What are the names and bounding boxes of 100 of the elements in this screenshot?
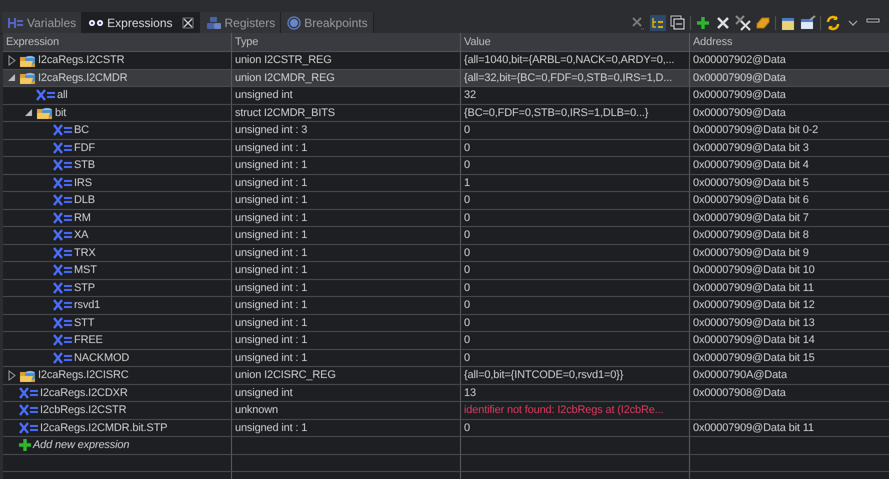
- type-cell: unsigned int : 1: [235, 159, 308, 172]
- view-tab[interactable]: Expressions: [82, 12, 200, 33]
- column-header[interactable]: Type: [232, 33, 461, 51]
- x-equals-icon: [53, 194, 73, 206]
- value-cell: 0: [464, 282, 470, 294]
- address-cell: 0x00007909@Data bit 4: [693, 159, 809, 172]
- address-cell: 0x00007909@Data bit 8: [693, 229, 809, 242]
- address-cell: 0x00007909@Data bit 10: [693, 264, 815, 276]
- refresh-icon[interactable]: [825, 14, 841, 30]
- expression-name[interactable]: I2caRegs.I2CSTR: [38, 54, 124, 66]
- expression-name[interactable]: I2caRegs.I2CISRC: [38, 369, 129, 382]
- expression-name[interactable]: XA: [74, 229, 88, 242]
- value-cell: {all=0,bit={INTCODE=0,rsvd1=0}}: [464, 369, 624, 382]
- value-cell: 32: [464, 89, 476, 102]
- add-icon: [18, 438, 32, 452]
- value-cell: 0: [464, 124, 470, 136]
- x-equals-icon: [19, 386, 39, 399]
- close-icon[interactable]: [182, 16, 194, 28]
- column-header[interactable]: Expression: [3, 33, 232, 51]
- value-cell: {all=32,bit={BC=0,FDF=0,STB=0,IRS=1,D...: [464, 72, 672, 84]
- address-cell: 0x00007909@Data: [693, 89, 786, 102]
- address-cell: 0x0000790A@Data: [693, 369, 787, 382]
- x-equals-icon: [19, 404, 39, 416]
- x-equals-icon: [53, 316, 73, 329]
- expression-name[interactable]: RM: [74, 212, 91, 224]
- x-equals-icon: [53, 246, 73, 259]
- window-pin-icon[interactable]: [800, 14, 816, 30]
- expression-name[interactable]: I2caRegs.I2CMDR.bit.STP: [40, 422, 168, 434]
- column-header[interactable]: Address: [690, 33, 889, 51]
- expression-name[interactable]: DLB: [74, 194, 95, 206]
- type-cell: union I2CSTR_REG: [235, 54, 332, 66]
- expression-name[interactable]: STT: [74, 316, 94, 329]
- address-cell: 0x00007909@Data bit 11: [693, 422, 814, 434]
- ring-icon: [287, 16, 302, 30]
- type-cell: unsigned int : 1: [235, 422, 308, 434]
- expression-name[interactable]: MST: [74, 264, 97, 276]
- view-tab[interactable]: Registers: [200, 12, 282, 33]
- collapsed-triangle-icon[interactable]: [6, 368, 18, 382]
- type-cell: unsigned int: [235, 386, 293, 399]
- x-equals-icon: [53, 352, 73, 364]
- expression-name[interactable]: BC: [74, 124, 89, 136]
- expression-name[interactable]: bit: [55, 106, 66, 119]
- address-cell: 0x00007909@Data bit 3: [693, 142, 809, 154]
- x-equals-icon: [53, 229, 73, 242]
- x-equals-icon: [53, 282, 73, 294]
- value-cell: 0: [464, 334, 470, 346]
- tree-layout-icon[interactable]: [650, 14, 666, 30]
- x-equals-icon: [53, 142, 73, 154]
- column-header[interactable]: Value: [461, 33, 690, 51]
- collapsed-triangle-icon[interactable]: [6, 54, 18, 67]
- view-tab[interactable]: Breakpoints: [281, 12, 374, 33]
- expression-name[interactable]: rsvd1: [74, 299, 100, 312]
- address-cell: 0x00007909@Data bit 5: [693, 176, 809, 189]
- folder-database-icon: [19, 70, 37, 86]
- type-cell: union I2CISRC_REG: [235, 369, 336, 382]
- expression-name[interactable]: I2caRegs.I2CMDR: [38, 72, 128, 84]
- expression-name[interactable]: NACKMOD: [74, 352, 130, 364]
- value-cell: 0: [464, 299, 470, 312]
- expression-name[interactable]: all: [57, 89, 68, 102]
- expression-name[interactable]: STP: [74, 282, 95, 294]
- collapse-all-icon[interactable]: [670, 14, 686, 30]
- value-cell: 0: [464, 246, 470, 259]
- x-equals-icon: [53, 124, 73, 136]
- address-cell: 0x00007909@Data bit 9: [693, 246, 809, 259]
- type-cell: unsigned int : 1: [235, 334, 308, 346]
- x-equals-icon: [53, 212, 73, 224]
- type-cell: unsigned int: [235, 89, 293, 102]
- address-cell: 0x00007908@Data: [693, 386, 786, 399]
- expression-name[interactable]: IRS: [74, 176, 92, 189]
- view-tab[interactable]: Variables: [2, 12, 82, 33]
- expression-name[interactable]: STB: [74, 159, 95, 172]
- error-message: identifier not found: I2cbRegs at (I2cbRe...: [464, 404, 664, 416]
- value-cell: 0: [464, 229, 470, 242]
- expression-name[interactable]: FDF: [74, 142, 95, 154]
- expression-name[interactable]: I2cbRegs.I2CSTR: [40, 404, 126, 416]
- type-cell: unsigned int : 1: [235, 282, 308, 294]
- value-cell: 0: [464, 212, 470, 224]
- expression-name[interactable]: TRX: [74, 246, 96, 259]
- type-cell: unsigned int : 1: [235, 212, 308, 224]
- expression-name[interactable]: FREE: [74, 334, 103, 346]
- add-icon[interactable]: [695, 14, 711, 30]
- value-cell: 0: [464, 194, 470, 206]
- expression-name[interactable]: I2caRegs.I2CDXR: [40, 386, 128, 399]
- remove-icon[interactable]: [715, 14, 731, 30]
- address-cell: 0x00007909@Data bit 13: [693, 316, 815, 329]
- type-cell: unsigned int : 3: [235, 124, 308, 136]
- type-cell: unsigned int : 1: [235, 299, 308, 312]
- folder-database-icon: [36, 105, 54, 120]
- add-expression-link[interactable]: Add new expression: [33, 439, 130, 452]
- value-cell: 13: [464, 386, 476, 399]
- type-cell: unknown: [235, 404, 278, 416]
- type-cell: struct I2CMDR_BITS: [235, 106, 335, 119]
- x-equals-icon: [53, 159, 73, 172]
- value-cell: 0: [464, 316, 470, 329]
- value-cell: 0: [464, 142, 470, 154]
- x-equals-icon: [53, 334, 73, 346]
- address-cell: 0x00007909@Data: [693, 72, 786, 84]
- selected-row[interactable]: I2caRegs.I2CMDR union I2CMDR_REG {all=32,bit={BC=0,FDF=0,STB=0,IRS=1,D... 0x00007909@Data: [3, 70, 889, 87]
- type-cell: unsigned int : 1: [235, 142, 308, 154]
- remove-all-icon[interactable]: [735, 14, 751, 30]
